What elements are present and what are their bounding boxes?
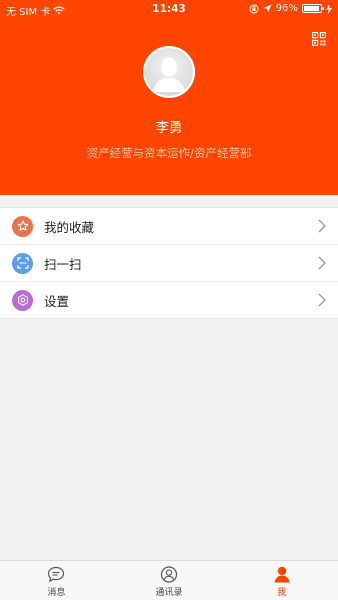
charging-bolt-icon: [326, 3, 332, 14]
menu-list: 我的收藏 扫一扫 设置: [0, 207, 338, 319]
location-arrow-icon: [263, 4, 272, 13]
status-bar: 无 SIM 卡 11:43 96%: [0, 0, 338, 18]
scan-icon: [12, 252, 33, 274]
chevron-right-icon: [318, 293, 326, 307]
menu-item-label: 扫一扫: [44, 256, 82, 272]
tab-label: 我: [277, 588, 287, 598]
tab-messages[interactable]: 消息: [0, 561, 113, 600]
settings-gear-icon: [12, 289, 33, 311]
menu-item-settings[interactable]: 设置: [0, 281, 338, 318]
menu-item-label: 设置: [44, 293, 70, 309]
menu-item-label: 我的收藏: [44, 219, 95, 235]
default-user-silhouette-icon: [145, 48, 193, 96]
tab-contacts[interactable]: 通讯录: [113, 561, 226, 600]
tab-label: 消息: [47, 588, 66, 598]
tab-label: 通讯录: [155, 588, 183, 598]
person-icon: [274, 566, 290, 583]
user-name: 李勇: [155, 120, 183, 136]
contacts-icon: [160, 566, 178, 583]
bottom-tab-bar: 消息 通讯录 我: [0, 560, 338, 600]
tab-me[interactable]: 我: [225, 561, 338, 600]
avatar[interactable]: [143, 46, 195, 98]
battery-icon: [302, 4, 324, 13]
chevron-right-icon: [318, 219, 326, 233]
menu-item-scan[interactable]: 扫一扫: [0, 244, 338, 281]
star-icon: [12, 215, 33, 237]
profile-header: 无 SIM 卡 11:43 96% 李勇 资产经营与资本运作/资产经营部: [0, 0, 338, 195]
user-department: 资产经营与资本运作/资产经营部: [86, 146, 252, 160]
chat-bubble-icon: [48, 566, 65, 582]
battery-percent: 96%: [275, 3, 298, 14]
menu-item-favorites[interactable]: 我的收藏: [0, 208, 338, 244]
chevron-right-icon: [318, 256, 326, 270]
qr-code-icon[interactable]: [312, 32, 326, 46]
orientation-lock-icon: [249, 4, 259, 13]
